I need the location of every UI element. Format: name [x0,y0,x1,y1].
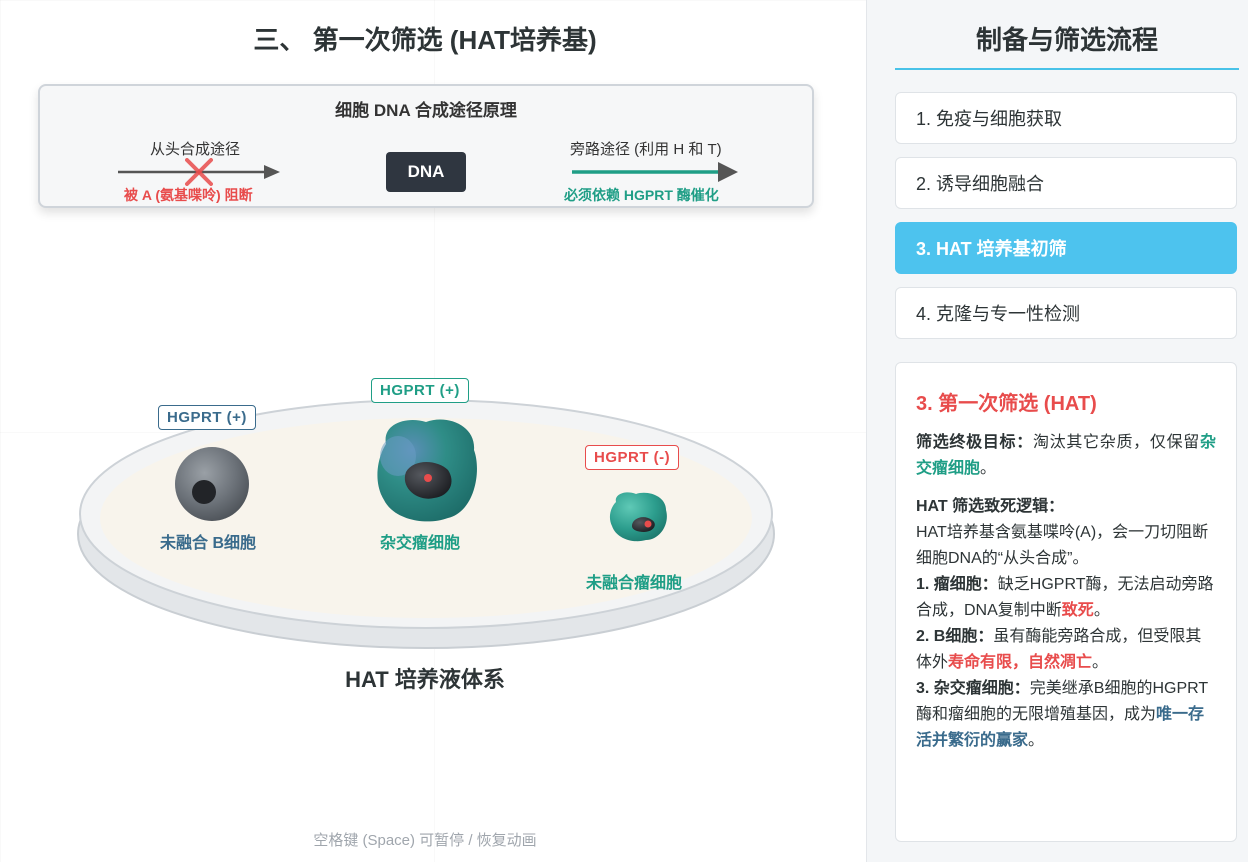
item2-label: 2. B细胞： [916,628,994,645]
hgprt-tag-b-cell: HGPRT (+) [158,405,256,430]
b-cell [175,447,249,521]
salvage-note: 必须依赖 HGPRT 酶催化 [564,187,719,203]
pause-hint: 空格键 (Space) 可暂停 / 恢复动画 [313,832,537,849]
animation-stage: 三、 第一次筛选 (HAT培养基) 细胞 DNA 合成途径原理 从头合成途径 被… [0,0,866,862]
step-3-button[interactable]: 3. HAT 培养基初筛 [895,222,1237,274]
principle-title: 细胞 DNA 合成途径原理 [335,101,517,120]
step-2-button[interactable]: 2. 诱导细胞融合 [895,157,1237,209]
logic-title: HAT 筛选致死逻辑： [916,498,1065,515]
myeloma-cell [609,492,667,542]
sidebar-divider [895,68,1239,70]
step-4-button[interactable]: 4. 克隆与专一性检测 [895,287,1237,339]
item2-end: 。 [1092,654,1109,671]
item3-end: 。 [1028,732,1045,749]
blocked-cross-icon [185,158,213,186]
hybridoma-label: 杂交瘤细胞 [380,535,461,552]
detail-logic: HAT 筛选致死逻辑： HAT培养基含氨基喋呤(A)，会一刀切阻断细胞DNA的“… [916,494,1216,754]
goal-end: 。 [980,460,997,477]
hat-system-label: HAT 培养液体系 [345,667,505,692]
sidebar-title: 制备与筛选流程 [975,25,1158,55]
logic-intro: HAT培养基含氨基喋呤(A)，会一刀切阻断细胞DNA的“从头合成”。 [916,524,1209,567]
process-sidebar: 制备与筛选流程 1. 免疫与细胞获取 2. 诱导细胞融合 3. HAT 培养基初… [866,0,1248,862]
step-detail-panel: 3. 第一次筛选 (HAT) 筛选终极目标：淘汰其它杂质，仅保留杂交瘤细胞。 H… [895,362,1237,842]
dna-node: DNA [386,152,466,192]
item3-label: 3. 杂交瘤细胞： [916,680,1030,697]
item1-highlight: 致死 [1061,602,1094,619]
item1-end: 。 [1093,602,1110,619]
salvage-pathway-label: 旁路途径 (利用 H 和 T) [570,141,722,158]
de-novo-blocked-note: 被 A (氨基喋呤) 阻断 [124,187,253,203]
hybridoma-cell [377,419,477,522]
step-1-button[interactable]: 1. 免疫与细胞获取 [895,92,1237,144]
detail-title: 3. 第一次筛选 (HAT) [916,393,1097,415]
b-cell-label: 未融合 B细胞 [160,535,257,552]
goal-text: 淘汰其它杂质，仅保留 [1032,434,1200,451]
logic-item-1: 1. 瘤细胞：缺乏HGPRT酶，无法启动旁路合成，DNA复制中断致死。 [916,572,1216,624]
stage-title: 三、 第一次筛选 (HAT培养基) [253,25,597,55]
detail-goal: 筛选终极目标：淘汰其它杂质，仅保留杂交瘤细胞。 [916,430,1216,482]
salvage-arrow [572,162,738,182]
logic-item-2: 2. B细胞：虽有酶能旁路合成，但受限其体外寿命有限，自然凋亡。 [916,624,1216,676]
goal-label: 筛选终极目标： [916,434,1033,451]
myeloma-label: 未融合瘤细胞 [586,575,683,592]
hgprt-tag-hybridoma: HGPRT (+) [371,378,469,403]
hgprt-tag-myeloma: HGPRT (-) [585,445,680,470]
logic-item-3: 3. 杂交瘤细胞：完美继承B细胞的HGPRT酶和瘤细胞的无限增殖基因，成为唯一存… [916,676,1216,754]
item2-highlight: 寿命有限，自然凋亡 [948,654,1093,671]
dna-synthesis-principle-panel: 细胞 DNA 合成途径原理 从头合成途径 被 A (氨基喋呤) 阻断 DNA 旁… [38,84,814,208]
item1-label: 1. 瘤细胞： [916,576,998,593]
